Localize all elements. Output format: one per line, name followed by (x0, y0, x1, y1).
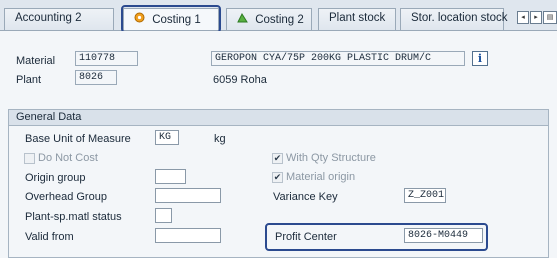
info-icon: i (477, 52, 483, 65)
active-tab-highlight (121, 5, 221, 33)
overhead-group-label: Overhead Group (25, 191, 107, 203)
tab-list-button[interactable]: ▤ (543, 11, 557, 24)
checkmark-icon: ✔ (273, 172, 282, 182)
tab-stor-location-stock[interactable]: Stor. location stock (400, 8, 508, 30)
tab-strip: Accounting 2 Costing 1 Costing 2 Plant s… (0, 0, 557, 30)
overhead-group-field[interactable] (155, 188, 221, 203)
general-data-header (9, 110, 548, 126)
info-button[interactable]: i (472, 51, 488, 66)
checkmark-icon: ✔ (273, 153, 282, 163)
profit-center-label: Profit Center (275, 231, 337, 243)
base-uom-text: kg (214, 133, 226, 145)
tab-label: Plant stock (329, 12, 386, 24)
variance-key-label: Variance Key (273, 191, 338, 203)
tab-label: Costing 2 (255, 14, 304, 26)
valid-from-label: Valid from (25, 231, 74, 243)
plant-sp-matl-status-label: Plant-sp.matl status (25, 211, 122, 223)
with-qty-structure-label: With Qty Structure (286, 152, 376, 164)
plant-sp-matl-status-field[interactable] (155, 208, 172, 223)
base-uom-label: Base Unit of Measure (25, 133, 131, 145)
tab-label: Stor. location stock (411, 12, 508, 24)
plant-field[interactable]: 8026 (75, 70, 117, 85)
with-qty-structure-checkbox[interactable]: ✔ (272, 153, 283, 164)
base-uom-field[interactable]: KG (155, 130, 179, 145)
origin-group-label: Origin group (25, 172, 86, 184)
material-origin-label: Material origin (286, 171, 356, 183)
origin-group-field[interactable] (155, 169, 186, 184)
profit-center-field[interactable]: 8026-M0449 (404, 228, 483, 243)
tab-costing-2[interactable]: Costing 2 (226, 8, 312, 30)
variance-key-field[interactable]: Z_Z001 (404, 188, 446, 203)
do-not-cost-checkbox[interactable] (24, 153, 35, 164)
list-icon: ▤ (546, 14, 554, 21)
valid-from-field[interactable] (155, 228, 221, 243)
material-origin-checkbox[interactable]: ✔ (272, 172, 283, 183)
material-field[interactable]: 110778 (75, 51, 138, 66)
material-description-field[interactable]: GEROPON CYA/75P 200KG PLASTIC DRUM/C (211, 51, 465, 66)
tab-label: Accounting 2 (15, 12, 82, 24)
material-label: Material (16, 55, 56, 67)
plant-label: Plant (16, 74, 42, 86)
tab-plant-stock[interactable]: Plant stock (318, 8, 396, 30)
plant-description: 6059 Roha (213, 74, 267, 86)
scroll-left-button[interactable]: ◂ (517, 11, 529, 24)
general-data-title: General Data (16, 111, 82, 123)
do-not-cost-label: Do Not Cost (38, 152, 98, 164)
costing-icon (237, 12, 248, 26)
chevron-right-icon: ▸ (534, 14, 538, 21)
chevron-left-icon: ◂ (521, 14, 525, 21)
scroll-right-button[interactable]: ▸ (530, 11, 542, 24)
tab-accounting-2[interactable]: Accounting 2 (4, 8, 114, 30)
